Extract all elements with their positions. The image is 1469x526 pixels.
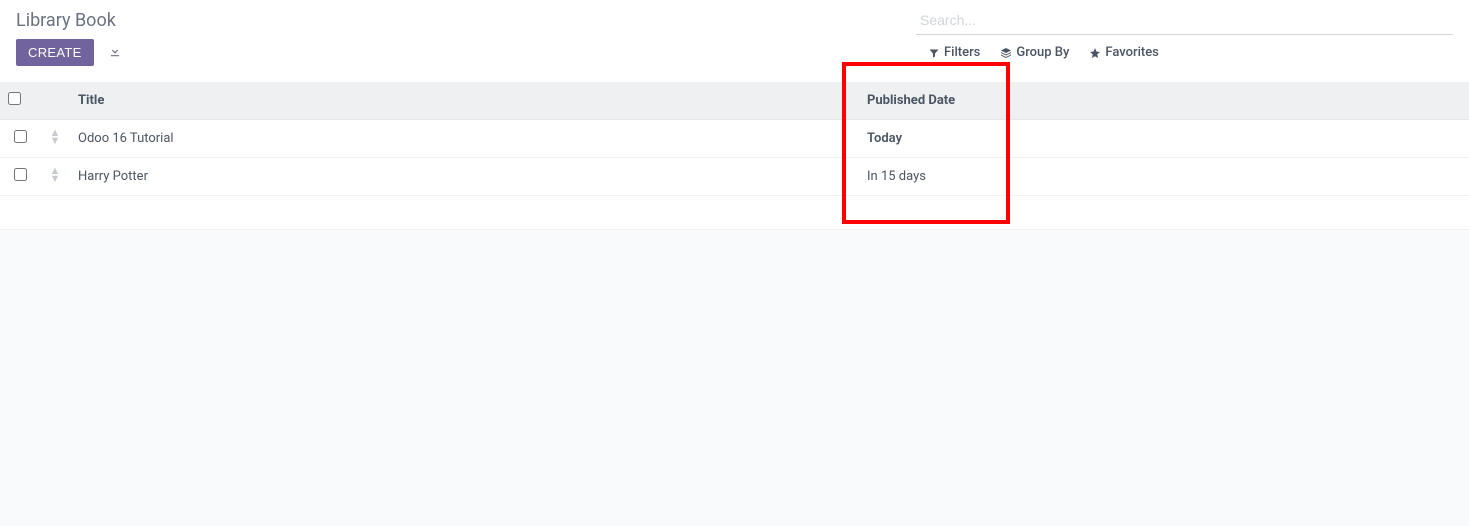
column-published-date[interactable]: Published Date bbox=[859, 82, 1469, 120]
groupby-dropdown[interactable]: Group By bbox=[1000, 45, 1069, 60]
filters-label: Filters bbox=[944, 45, 980, 60]
row-checkbox[interactable] bbox=[14, 130, 27, 143]
row-checkbox[interactable] bbox=[14, 168, 27, 181]
row-handle[interactable]: ▲▼ bbox=[40, 120, 70, 158]
drag-handle-icon: ▲▼ bbox=[50, 167, 61, 183]
table-header-row: Title Published Date bbox=[0, 82, 1469, 120]
filters-dropdown[interactable]: Filters bbox=[928, 45, 980, 60]
favorites-dropdown[interactable]: Favorites bbox=[1089, 45, 1158, 60]
row-handle[interactable]: ▲▼ bbox=[40, 158, 70, 196]
handle-header bbox=[40, 82, 70, 120]
groupby-label: Group By bbox=[1016, 45, 1069, 60]
row-checkbox-cell bbox=[0, 120, 40, 158]
search-options: Filters Group By Favorites bbox=[916, 45, 1453, 60]
layers-icon bbox=[1000, 47, 1012, 59]
funnel-icon bbox=[928, 47, 940, 59]
list-footer bbox=[0, 196, 1469, 230]
column-title[interactable]: Title bbox=[70, 82, 859, 120]
page-title: Library Book bbox=[16, 10, 916, 31]
row-published-date[interactable]: In 15 days bbox=[859, 158, 1469, 196]
list-view: Title Published Date ▲▼ Odoo 16 TutorialT… bbox=[0, 82, 1469, 526]
empty-area bbox=[0, 230, 1469, 526]
row-published-date[interactable]: Today bbox=[859, 120, 1469, 158]
control-panel: Library Book CREATE Filters bbox=[0, 0, 1469, 74]
favorites-label: Favorites bbox=[1105, 45, 1158, 60]
row-title[interactable]: Odoo 16 Tutorial bbox=[70, 120, 859, 158]
select-all-checkbox[interactable] bbox=[8, 92, 21, 105]
select-all-cell bbox=[0, 82, 40, 120]
drag-handle-icon: ▲▼ bbox=[50, 129, 61, 145]
table-row[interactable]: ▲▼ Harry PotterIn 15 days bbox=[0, 158, 1469, 196]
table-row[interactable]: ▲▼ Odoo 16 TutorialToday bbox=[0, 120, 1469, 158]
star-icon bbox=[1089, 47, 1101, 59]
download-icon[interactable] bbox=[102, 40, 128, 65]
row-checkbox-cell bbox=[0, 158, 40, 196]
search-input[interactable] bbox=[916, 8, 1453, 35]
create-button[interactable]: CREATE bbox=[16, 39, 94, 66]
row-title[interactable]: Harry Potter bbox=[70, 158, 859, 196]
